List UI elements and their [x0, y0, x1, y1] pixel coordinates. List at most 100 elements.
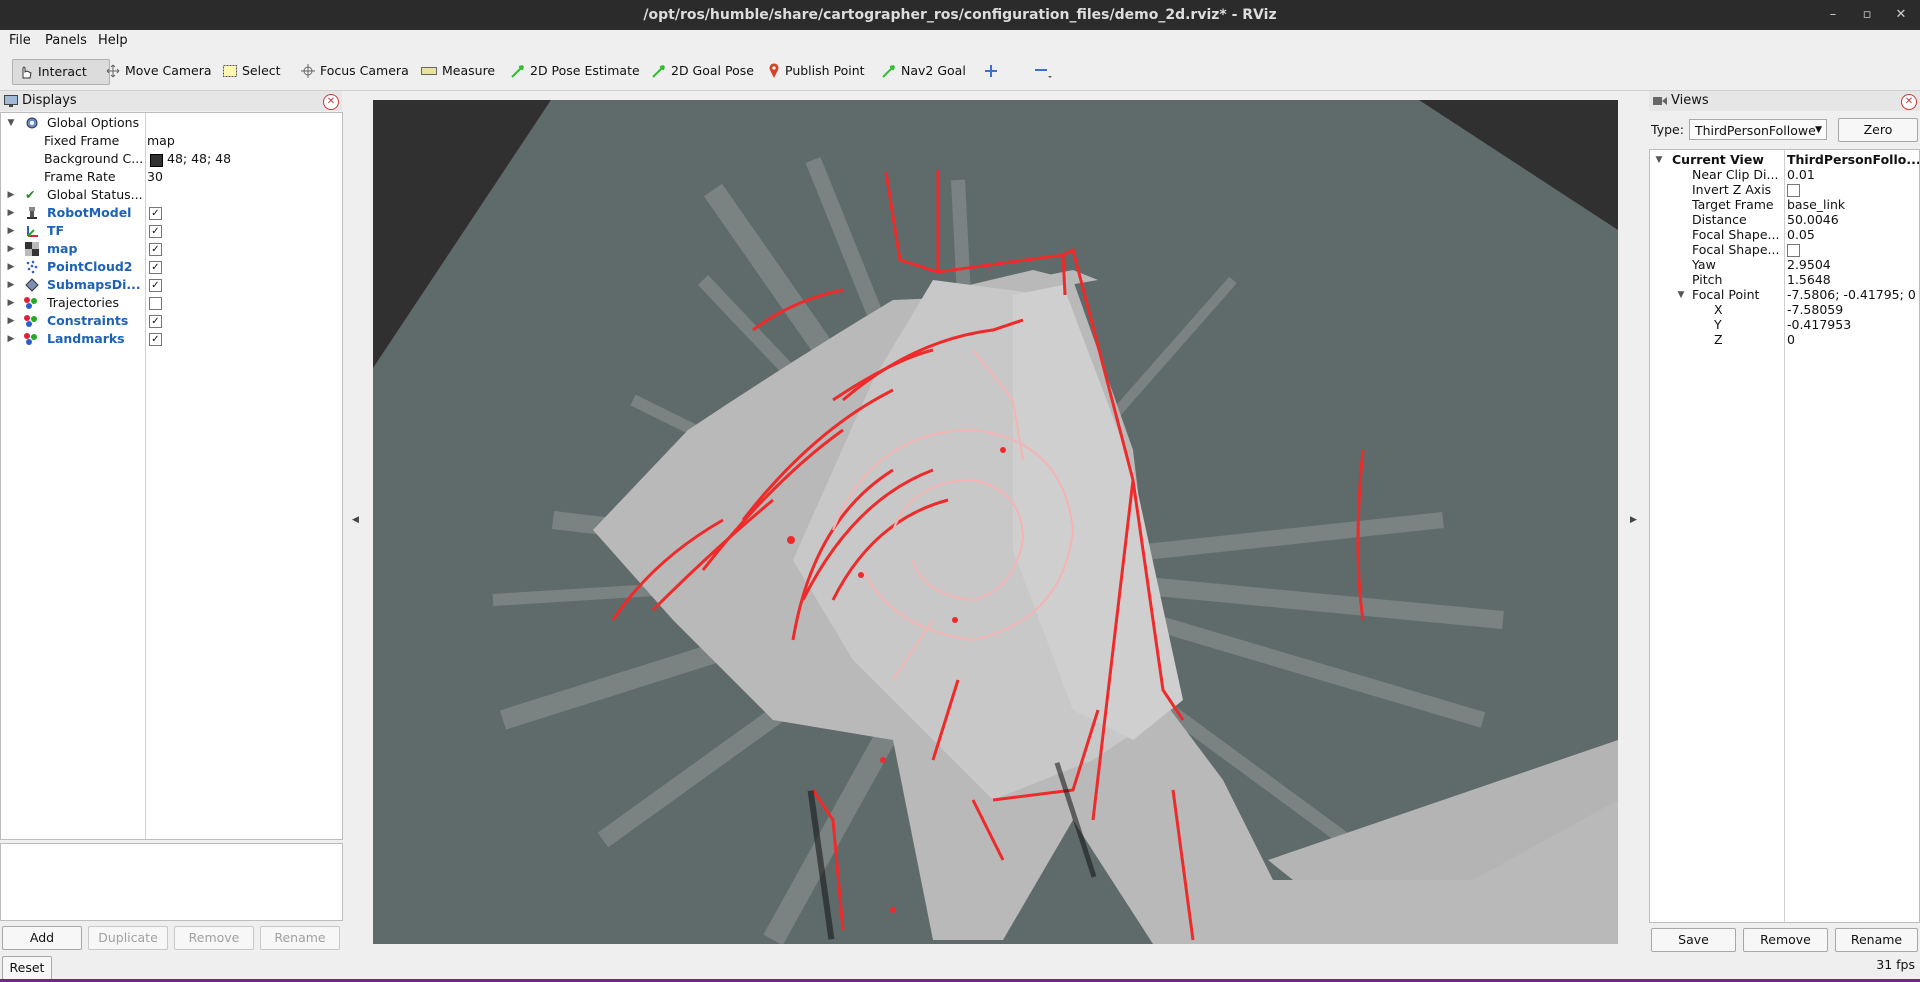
collapse-arrow-icon[interactable]: ▶	[6, 222, 16, 240]
point-cloud-icon	[26, 260, 38, 274]
collapse-arrow-icon[interactable]: ▶	[6, 258, 16, 276]
interact-label: Interact	[38, 64, 87, 79]
add-tool-button[interactable]	[978, 59, 1004, 83]
visibility-checkbox[interactable]: ✓	[149, 279, 162, 292]
close-window-icon[interactable]: ✕	[1886, 0, 1916, 30]
global-options-row[interactable]: ▼ Global Options	[1, 114, 341, 132]
reset-button[interactable]: Reset	[2, 956, 52, 980]
checkmark-icon: ✔	[25, 187, 36, 202]
rename-view-button[interactable]: Rename	[1835, 928, 1918, 952]
markers-icon	[24, 315, 37, 327]
displays-panel-title: Displays	[22, 93, 77, 108]
camera-icon	[1653, 97, 1667, 105]
views-panel-title: Views	[1671, 93, 1709, 108]
visibility-checkbox[interactable]: ✓	[149, 243, 162, 256]
display-item-label: map	[47, 241, 78, 256]
plus-icon	[985, 65, 997, 77]
remove-view-button[interactable]: Remove	[1743, 928, 1828, 952]
green-arrow-icon	[511, 65, 524, 78]
menu-help[interactable]: Help	[98, 33, 128, 48]
pose-estimate-label: 2D Pose Estimate	[530, 63, 640, 78]
global-status-row[interactable]: ▶ ✔ Global Status...	[1, 186, 341, 204]
minimize-icon[interactable]: –	[1818, 0, 1848, 30]
background-color-row[interactable]: Background C... 48; 48; 48	[1, 150, 341, 168]
display-item-label: RobotModel	[47, 205, 132, 220]
duplicate-display-button[interactable]: Duplicate	[88, 926, 168, 950]
collapse-right-panel-icon[interactable]: ▶	[1630, 515, 1637, 525]
display-item-label: PointCloud2	[47, 259, 133, 274]
z-value[interactable]: 0	[1787, 331, 1795, 349]
display-item-submaps[interactable]: ▶ SubmapsDi... ✓	[1, 276, 341, 294]
fixed-frame-value[interactable]: map	[147, 132, 175, 150]
toolbar: Interact Move Camera Select Focus Camera…	[0, 52, 1920, 91]
menu-panels[interactable]: Panels	[45, 33, 87, 48]
visibility-checkbox[interactable]: ✓	[149, 207, 162, 220]
menu-file[interactable]: File	[9, 33, 31, 48]
background-color-value[interactable]: 48; 48; 48	[167, 150, 231, 168]
visibility-checkbox[interactable]: ✓	[149, 225, 162, 238]
measure-label: Measure	[442, 63, 496, 78]
remove-display-button[interactable]: Remove	[174, 926, 254, 950]
visibility-checkbox[interactable]: ✓	[149, 333, 162, 346]
rename-display-button[interactable]: Rename	[260, 926, 340, 950]
close-views-icon[interactable]: ✕	[1901, 94, 1917, 110]
measure-tool-button[interactable]: Measure	[415, 59, 501, 83]
nav2-goal-tool-button[interactable]: Nav2 Goal	[876, 59, 972, 83]
display-item-pointcloud2[interactable]: ▶ PointCloud2 ✓	[1, 258, 341, 276]
focus-camera-tool-button[interactable]: Focus Camera	[295, 59, 415, 83]
markers-icon	[24, 297, 37, 309]
display-item-map[interactable]: ▶ map ✓	[1, 240, 341, 258]
display-item-label: Landmarks	[47, 331, 125, 346]
frame-rate-value[interactable]: 30	[147, 168, 163, 186]
slam-map-render	[373, 100, 1618, 944]
collapse-arrow-icon[interactable]: ▶	[6, 312, 16, 330]
monitor-icon	[4, 95, 18, 107]
display-item-robotmodel[interactable]: ▶ RobotModel ✓	[1, 204, 341, 222]
collapse-arrow-icon[interactable]: ▶	[6, 186, 16, 204]
maximize-icon[interactable]: ▫	[1852, 0, 1882, 30]
axes-icon	[27, 226, 38, 237]
view-type-dropdown[interactable]: ThirdPersonFollowe ▼	[1689, 119, 1827, 140]
collapse-arrow-icon[interactable]: ▶	[6, 294, 16, 312]
remove-tool-button[interactable]	[1028, 59, 1058, 83]
hand-pointer-icon	[22, 66, 32, 79]
collapse-arrow-icon[interactable]: ▶	[6, 240, 16, 258]
render-viewport[interactable]	[373, 100, 1618, 944]
gear-icon	[26, 117, 38, 129]
views-tree: ▼ Current View ThirdPersonFollo... Near …	[1649, 149, 1920, 923]
display-item-trajectories[interactable]: ▶ Trajectories	[1, 294, 341, 312]
visibility-checkbox[interactable]: ✓	[149, 261, 162, 274]
markers-icon	[24, 333, 37, 345]
chevron-down-icon: ▼	[1815, 125, 1822, 135]
color-swatch[interactable]	[150, 154, 163, 167]
crosshair-icon	[301, 64, 315, 78]
display-item-constraints[interactable]: ▶ Constraints ✓	[1, 312, 341, 330]
visibility-checkbox[interactable]	[149, 297, 162, 310]
collapse-left-panel-icon[interactable]: ◀	[352, 515, 359, 525]
move-camera-label: Move Camera	[125, 63, 212, 78]
frame-rate-row[interactable]: Frame Rate 30	[1, 168, 341, 186]
save-view-button[interactable]: Save	[1651, 928, 1736, 952]
close-displays-icon[interactable]: ✕	[323, 94, 339, 110]
display-item-tf[interactable]: ▶ TF ✓	[1, 222, 341, 240]
pose-estimate-tool-button[interactable]: 2D Pose Estimate	[505, 59, 646, 83]
goal-pose-tool-button[interactable]: 2D Goal Pose	[646, 59, 760, 83]
global-options-label: Global Options	[47, 115, 140, 130]
fixed-frame-label: Fixed Frame	[44, 133, 120, 148]
publish-point-tool-button[interactable]: Publish Point	[762, 59, 871, 83]
display-item-landmarks[interactable]: ▶ Landmarks ✓	[1, 330, 341, 348]
expand-arrow-icon[interactable]: ▼	[6, 114, 16, 132]
move-camera-tool-button[interactable]: Move Camera	[100, 59, 218, 83]
add-display-button[interactable]: Add	[2, 926, 82, 950]
collapse-arrow-icon[interactable]: ▶	[6, 330, 16, 348]
select-tool-button[interactable]: Select	[217, 59, 287, 83]
move-arrows-icon	[106, 64, 120, 78]
interact-tool-button[interactable]: Interact	[12, 59, 110, 85]
collapse-arrow-icon[interactable]: ▶	[6, 204, 16, 222]
collapse-arrow-icon[interactable]: ▶	[6, 276, 16, 294]
focal-point-z-row[interactable]: Z 0	[1650, 331, 1918, 349]
background-color-label: Background C...	[44, 151, 144, 166]
visibility-checkbox[interactable]: ✓	[149, 315, 162, 328]
zero-button[interactable]: Zero	[1838, 118, 1918, 142]
fixed-frame-row[interactable]: Fixed Frame map	[1, 132, 341, 150]
